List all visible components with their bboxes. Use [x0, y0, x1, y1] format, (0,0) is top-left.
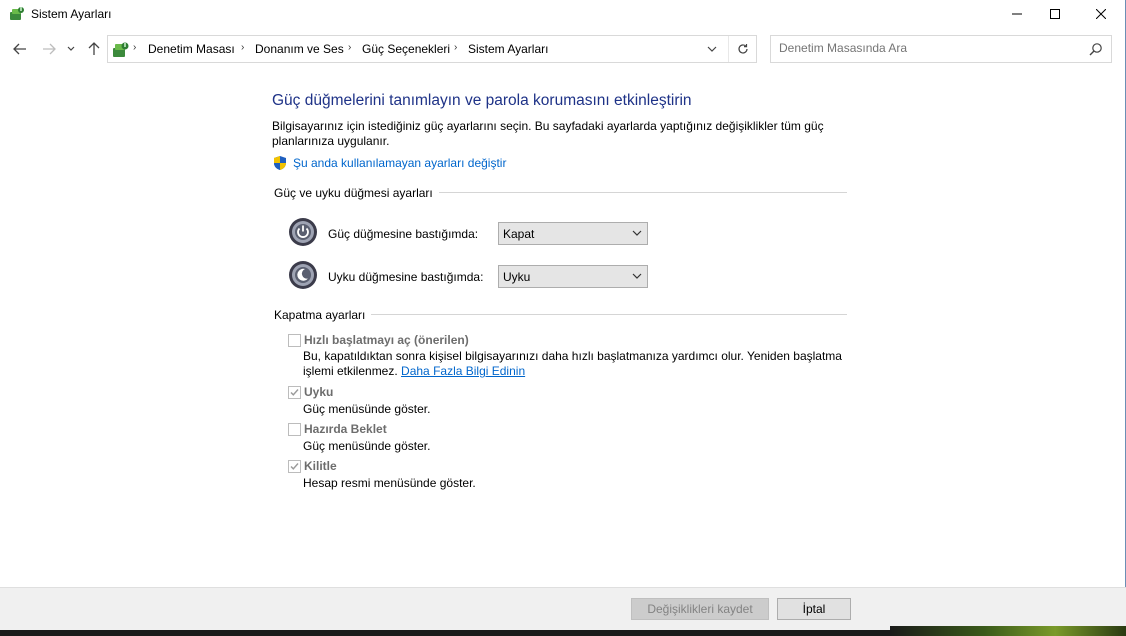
shutdown-section-label: Kapatma ayarları — [274, 308, 372, 322]
breadcrumb-hardware-sound[interactable]: Donanım ve Ses — [255, 42, 344, 56]
power-button-label: Güç düğmesine bastığımda: — [328, 227, 479, 241]
search-input[interactable] — [779, 41, 1079, 55]
fast-startup-description: Bu, kapatıldıktan sonra kişisel bilgisay… — [303, 349, 843, 379]
recent-locations-button[interactable] — [63, 33, 79, 65]
fast-startup-checkbox[interactable] — [288, 334, 301, 347]
chevron-down-icon — [67, 46, 75, 51]
refresh-icon — [737, 44, 748, 54]
breadcrumb-separator-icon: › — [454, 42, 458, 53]
desktop-background — [890, 626, 1126, 636]
address-history-button[interactable] — [698, 36, 726, 62]
power-section-label: Güç ve uyku düğmesi ayarları — [274, 186, 439, 200]
sleep-checkbox[interactable] — [288, 386, 301, 399]
uac-shield-icon — [274, 156, 286, 170]
checkmark-icon — [290, 389, 299, 396]
sleep-button-label: Uyku düğmesine bastığımda: — [328, 270, 484, 284]
chevron-down-icon — [632, 230, 642, 236]
fast-startup-label: Hızlı başlatmayı aç (önerilen) — [304, 333, 469, 347]
breadcrumb-separator-icon: › — [348, 42, 352, 53]
chevron-down-icon — [707, 46, 717, 52]
change-unavailable-settings-label: Şu anda kullanılamayan ayarları değiştir — [293, 156, 507, 170]
refresh-button[interactable] — [728, 36, 756, 62]
sleep-option-label: Uyku — [304, 385, 334, 399]
sleep-button-action-value: Uyku — [503, 270, 531, 284]
breadcrumb-power-options[interactable]: Güç Seçenekleri — [362, 42, 450, 56]
maximize-button[interactable] — [1032, 0, 1078, 28]
fast-startup-description-text: Bu, kapatıldıktan sonra kişisel bilgisay… — [303, 349, 842, 378]
power-button-action-value: Kapat — [503, 227, 535, 241]
minimize-icon — [1012, 13, 1022, 15]
settings-window: Sistem Ayarları › Denetim Masası › Donan… — [0, 0, 1126, 630]
cancel-button[interactable]: İptal — [777, 598, 851, 620]
learn-more-link[interactable]: Daha Fazla Bilgi Edinin — [401, 364, 525, 378]
hibernate-checkbox[interactable] — [288, 423, 301, 436]
maximize-icon — [1050, 9, 1060, 19]
change-unavailable-settings-link[interactable]: Şu anda kullanılamayan ayarları değiştir — [272, 155, 506, 171]
up-arrow-icon — [88, 42, 100, 55]
lock-option-label: Kilitle — [304, 459, 337, 473]
back-button[interactable] — [9, 33, 31, 65]
page-description: Bilgisayarınız için istediğiniz güç ayar… — [272, 119, 824, 148]
search-box[interactable] — [770, 35, 1112, 63]
power-button-action-select[interactable]: Kapat — [498, 222, 648, 245]
checkmark-icon — [290, 463, 299, 470]
address-bar[interactable]: › Denetim Masası › Donanım ve Ses › Güç … — [107, 35, 757, 63]
power-options-icon — [10, 7, 24, 20]
footer-bar: Değişiklikleri kaydet İptal — [0, 588, 1126, 630]
forward-arrow-icon — [43, 43, 56, 55]
close-button[interactable] — [1078, 0, 1124, 28]
breadcrumb-control-panel[interactable]: Denetim Masası — [148, 42, 235, 56]
lock-checkbox[interactable] — [288, 460, 301, 473]
sleep-button-icon — [289, 261, 317, 289]
sleep-button-action-select[interactable]: Uyku — [498, 265, 648, 288]
close-icon — [1096, 9, 1106, 19]
search-icon — [1089, 43, 1102, 56]
power-button-icon — [289, 218, 317, 246]
hibernate-option-label: Hazırda Beklet — [304, 422, 387, 436]
up-button[interactable] — [83, 33, 105, 65]
lock-option-description: Hesap resmi menüsünde göster. — [303, 476, 476, 490]
forward-button[interactable] — [38, 33, 60, 65]
control-panel-icon — [113, 42, 129, 57]
window-title: Sistem Ayarları — [31, 7, 112, 21]
save-changes-button[interactable]: Değişiklikleri kaydet — [631, 598, 769, 620]
navigation-bar: › Denetim Masası › Donanım ve Ses › Güç … — [0, 33, 1126, 65]
page-title: Güç düğmelerini tanımlayın ve parola kor… — [272, 92, 692, 109]
back-arrow-icon — [13, 43, 26, 55]
breadcrumb-system-settings[interactable]: Sistem Ayarları — [468, 42, 548, 56]
hibernate-option-description: Güç menüsünde göster. — [303, 439, 431, 453]
sleep-option-description: Güç menüsünde göster. — [303, 402, 431, 416]
chevron-down-icon — [632, 273, 642, 279]
breadcrumb-separator-icon: › — [241, 42, 245, 53]
title-bar: Sistem Ayarları — [0, 0, 1126, 28]
breadcrumb-separator-icon: › — [133, 42, 137, 53]
